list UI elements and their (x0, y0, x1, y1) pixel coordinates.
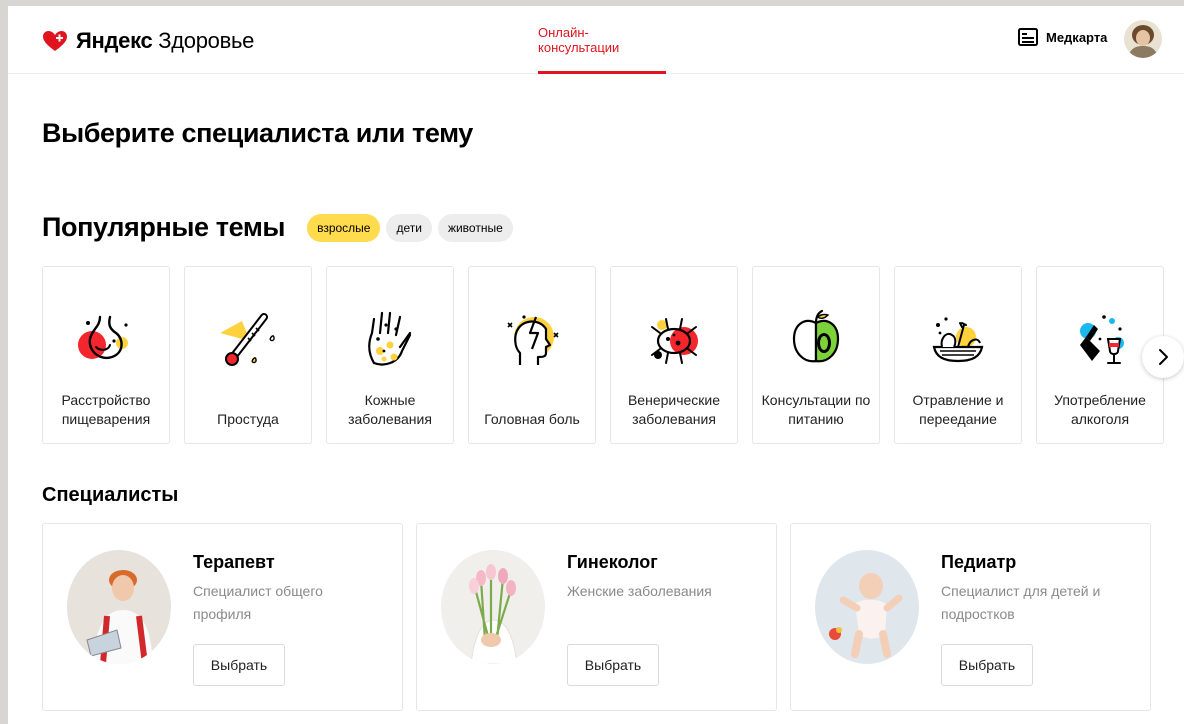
specialist-desc: Женские заболевания (567, 583, 712, 599)
topic-label: Венерические заболевания (627, 392, 721, 427)
tab-online-consultations[interactable]: Онлайн-консультации (538, 6, 666, 74)
specialist-card-gynecologist[interactable]: Гинеколог Женские заболевания Выбрать (416, 523, 777, 711)
specialists-title: Специалисты (42, 484, 179, 506)
popular-topics-header: Популярные темы взрослые дети животные (42, 212, 519, 243)
avatar-image (1124, 20, 1162, 58)
specialist-photo (67, 550, 171, 664)
specialist-name: Педиатр (941, 552, 1017, 572)
topic-label: Консультации по питанию (761, 392, 871, 427)
carousel-next-button[interactable] (1142, 336, 1184, 378)
bottle-glass-icon (1080, 315, 1124, 364)
header: Яндекс Здоровье Онлайн-консультации Медк… (8, 6, 1184, 74)
topic-card-cold[interactable]: Простуда (184, 266, 312, 444)
topics-carousel: Расстройство пищеварения Простуда Кожные… (42, 266, 1164, 444)
stomach-icon (78, 315, 128, 360)
topic-card-headache[interactable]: Головная боль (468, 266, 596, 444)
logo-brand: Яндекс (76, 28, 153, 53)
hand-skin-icon (368, 311, 412, 366)
specialist-card-therapist[interactable]: Терапевт Специалист общего профиля Выбра… (42, 523, 403, 711)
specialist-photo (441, 550, 545, 664)
popular-topics-title: Популярные темы (42, 212, 286, 242)
specialist-name: Терапевт (193, 552, 275, 572)
topic-card-digestion[interactable]: Расстройство пищеварения (42, 266, 170, 444)
specialist-photo (815, 550, 919, 664)
medcard-link[interactable]: Медкарта (1018, 28, 1107, 46)
topic-card-nutrition[interactable]: Консультации по питанию (752, 266, 880, 444)
medcard-label: Медкарта (1046, 29, 1108, 45)
specialist-name: Гинеколог (567, 552, 658, 572)
logo-text: Яндекс Здоровье (76, 28, 254, 54)
topic-label: Расстройство пищеварения (61, 392, 151, 427)
chevron-right-icon (1159, 349, 1168, 365)
topic-card-venereal[interactable]: Венерические заболевания (610, 266, 738, 444)
apple-icon (792, 309, 840, 363)
logo[interactable]: Яндекс Здоровье (42, 28, 254, 54)
topic-label: Употребление алкоголя (1054, 392, 1146, 427)
topic-label: Простуда (217, 411, 279, 427)
head-pain-icon (507, 315, 559, 365)
logo-product: Здоровье (158, 28, 255, 53)
chip-adults[interactable]: взрослые (307, 213, 381, 242)
topic-label: Головная боль (484, 411, 580, 427)
topic-card-poisoning[interactable]: Отравление и переедание (894, 266, 1022, 444)
choose-button[interactable]: Выбрать (567, 644, 659, 686)
choose-button[interactable]: Выбрать (193, 644, 285, 686)
specialist-card-pediatrician[interactable]: Педиатр Специалист для детей и подростко… (790, 523, 1151, 711)
specialist-desc: Специалист общего профиля (193, 583, 323, 622)
chip-animals[interactable]: животные (437, 213, 513, 242)
thermometer-icon (220, 313, 275, 366)
food-plate-icon (932, 317, 984, 363)
page-title: Выберите специалиста или тему (42, 118, 473, 148)
page: Яндекс Здоровье Онлайн-консультации Медк… (8, 6, 1184, 724)
topic-card-skin[interactable]: Кожные заболевания (326, 266, 454, 444)
chip-children[interactable]: дети (386, 213, 432, 242)
heart-logo-icon (43, 31, 67, 51)
specialist-desc: Специалист для детей и подростков (941, 583, 1101, 622)
user-avatar[interactable] (1124, 20, 1162, 58)
topic-label: Отравление и переедание (912, 392, 1004, 427)
specialists-list: Терапевт Специалист общего профиля Выбра… (42, 523, 1151, 711)
medcard-icon (1018, 28, 1038, 46)
virus-icon (651, 318, 698, 364)
choose-button[interactable]: Выбрать (941, 644, 1033, 686)
topic-label: Кожные заболевания (348, 392, 432, 427)
